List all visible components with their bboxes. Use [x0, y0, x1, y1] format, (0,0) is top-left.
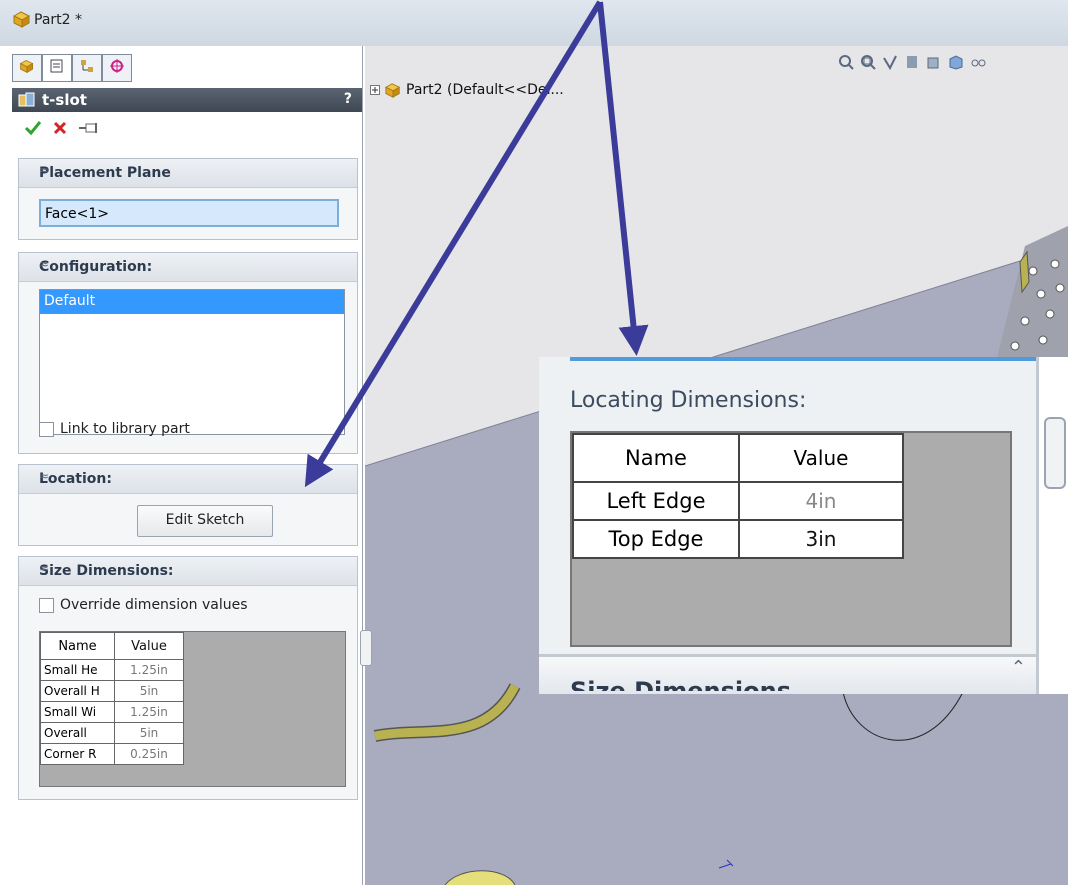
arrow-to-callout [597, 1, 649, 356]
arrow-to-location [304, 0, 603, 488]
annotation-arrows [304, 0, 649, 488]
